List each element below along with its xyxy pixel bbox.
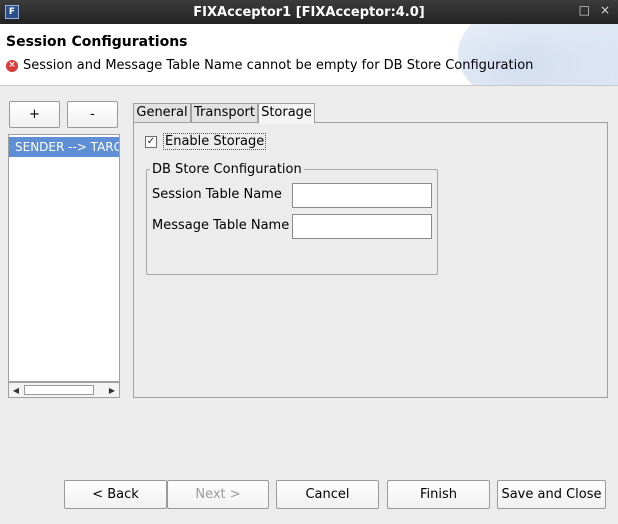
scroll-left-icon[interactable]: ◀ bbox=[9, 383, 23, 397]
app-icon: F bbox=[5, 5, 19, 19]
session-list-scrollbar[interactable]: ◀ ▶ bbox=[8, 382, 120, 398]
minimize-icon[interactable]: □ bbox=[579, 3, 590, 17]
message-table-label: Message Table Name bbox=[152, 218, 290, 233]
error-message: Session and Message Table Name cannot be… bbox=[23, 58, 534, 73]
db-store-group-title: DB Store Configuration bbox=[150, 162, 304, 177]
scrollbar-thumb[interactable] bbox=[24, 385, 94, 395]
enable-storage-checkbox[interactable]: ✓ bbox=[145, 135, 157, 148]
back-button[interactable]: < Back bbox=[64, 480, 167, 509]
message-table-input[interactable] bbox=[292, 214, 432, 239]
window-controls: □ × bbox=[579, 3, 610, 17]
remove-session-button[interactable]: - bbox=[67, 101, 118, 128]
close-icon[interactable]: × bbox=[600, 3, 610, 17]
error-icon: × bbox=[6, 59, 18, 72]
finish-button[interactable]: Finish bbox=[387, 480, 490, 509]
add-session-button[interactable]: + bbox=[9, 101, 60, 128]
session-table-input[interactable] bbox=[292, 183, 432, 208]
wizard-header: Session Configurations × Session and Mes… bbox=[0, 24, 618, 86]
header-decoration bbox=[458, 24, 618, 85]
error-message-row: × Session and Message Table Name cannot … bbox=[6, 58, 533, 73]
page-title: Session Configurations bbox=[6, 34, 188, 50]
enable-storage-label: Enable Storage bbox=[163, 133, 267, 150]
tab-transport[interactable]: Transport bbox=[191, 103, 258, 123]
window-titlebar: F FIXAcceptor1 [FIXAcceptor:4.0] □ × bbox=[0, 0, 618, 24]
session-table-label: Session Table Name bbox=[152, 187, 282, 202]
save-and-close-button[interactable]: Save and Close bbox=[497, 480, 606, 509]
scroll-right-icon[interactable]: ▶ bbox=[105, 383, 119, 397]
cancel-button[interactable]: Cancel bbox=[276, 480, 379, 509]
next-button[interactable]: Next > bbox=[167, 480, 269, 509]
window-title: FIXAcceptor1 [FIXAcceptor:4.0] bbox=[193, 4, 425, 20]
tab-storage[interactable]: Storage bbox=[258, 103, 315, 124]
session-list[interactable]: SENDER --> TARGET bbox=[8, 134, 120, 382]
enable-storage-row[interactable]: ✓ Enable Storage bbox=[145, 133, 267, 150]
session-list-item[interactable]: SENDER --> TARGET bbox=[9, 137, 119, 157]
tab-general[interactable]: General bbox=[133, 103, 191, 123]
